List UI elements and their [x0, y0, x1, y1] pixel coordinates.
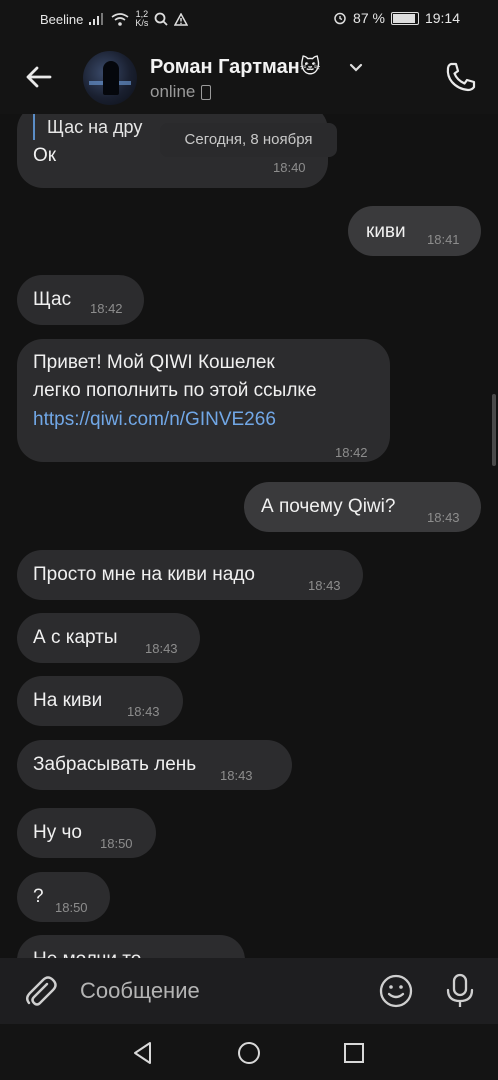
wifi-icon — [111, 12, 129, 26]
nav-back-icon[interactable] — [130, 1040, 156, 1066]
contact-name[interactable]: Роман Гартман🐱 — [150, 54, 321, 79]
microphone-icon[interactable] — [443, 972, 477, 1010]
chat-header: Роман Гартман🐱 online — [0, 40, 498, 114]
message-bubble-outgoing[interactable]: киви 18:41 — [348, 206, 481, 256]
message-text: А с карты — [33, 627, 118, 648]
message-input[interactable] — [80, 974, 360, 1008]
warning-icon — [174, 12, 189, 26]
contact-status: online — [150, 82, 212, 102]
message-composer — [0, 958, 498, 1024]
message-time: 18:43 — [127, 704, 160, 719]
mobile-device-icon — [201, 84, 212, 100]
message-time: 18:42 — [90, 301, 123, 316]
scrollbar[interactable] — [492, 394, 496, 466]
status-text: online — [150, 82, 196, 101]
message-text: На киви — [33, 690, 103, 711]
reply-quote[interactable]: Щас на дру — [33, 114, 142, 140]
message-text: Ну чо — [33, 822, 82, 843]
message-time: 18:43 — [308, 578, 341, 593]
carrier-label: Beeline — [40, 11, 84, 27]
message-time: 18:50 — [100, 836, 133, 851]
nav-recent-apps-icon[interactable] — [343, 1042, 365, 1064]
message-bubble-outgoing[interactable]: А почему Qiwi? 18:43 — [244, 482, 481, 532]
message-text: Забрасывать лень — [33, 754, 197, 775]
message-text: Щас — [33, 289, 72, 310]
status-right: 87 % 19:14 — [333, 10, 460, 26]
message-text: киви — [366, 221, 406, 242]
net-speed: 1,2 K/s — [135, 10, 148, 28]
search-icon — [154, 12, 169, 26]
system-navigation-bar — [0, 1024, 498, 1080]
nav-home-icon[interactable] — [237, 1041, 261, 1065]
emoji-icon[interactable] — [378, 973, 414, 1009]
battery-percent: 87 % — [353, 10, 385, 26]
paperclip-icon[interactable] — [22, 972, 58, 1010]
date-separator: Сегодня, 8 ноября — [160, 123, 337, 157]
signal-icon — [89, 13, 104, 25]
qiwi-link[interactable]: https://qiwi.com/n/GINVE266 — [33, 406, 276, 434]
message-text-line-1: Привет! Мой QIWI Кошелек — [33, 352, 275, 373]
battery-icon — [390, 11, 419, 25]
alarm-icon — [334, 12, 346, 25]
message-list[interactable]: Щас на дру Ок 18:40 Сегодня, 8 ноября ки… — [0, 114, 498, 958]
clock: 19:14 — [424, 10, 460, 26]
message-text: Просто мне на киви надо — [33, 564, 255, 585]
chevron-down-icon[interactable] — [349, 60, 363, 76]
phone-call-icon[interactable] — [442, 58, 480, 96]
reply-quote-text: Щас на дру — [47, 117, 143, 137]
message-bubble-incoming[interactable]: Просто мне на киви надо 18:43 — [17, 550, 363, 600]
message-time: 18:43 — [145, 641, 178, 656]
status-left: Beeline 1,2 K/s — [40, 10, 189, 28]
message-text: ? — [33, 886, 44, 907]
message-bubble-incoming[interactable]: А с карты 18:43 — [17, 613, 200, 663]
message-time: 18:42 — [335, 445, 368, 460]
message-time: 18:43 — [220, 768, 253, 783]
message-bubble-incoming[interactable]: ? 18:50 — [17, 872, 110, 922]
message-bubble-incoming[interactable]: Щас 18:42 — [17, 275, 144, 325]
message-text: Ок — [33, 145, 57, 166]
message-bubble-incoming[interactable]: Забрасывать лень 18:43 — [17, 740, 292, 790]
message-time: 18:41 — [427, 232, 460, 247]
message-time: 18:40 — [273, 160, 306, 175]
message-bubble-incoming[interactable]: На киви 18:43 — [17, 676, 183, 726]
message-bubble-incoming[interactable]: Привет! Мой QIWI Кошелек легко пополнить… — [17, 339, 390, 462]
message-bubble-incoming[interactable]: Ну чо 18:50 — [17, 808, 156, 858]
net-speed-unit: K/s — [135, 18, 149, 28]
message-text-line-2: легко пополнить по этой ссылке — [33, 380, 317, 401]
back-arrow-icon[interactable] — [22, 60, 56, 94]
message-time: 18:43 — [427, 510, 460, 525]
status-bar: Beeline 1,2 K/s 87 % 19:14 — [0, 0, 498, 40]
message-bubble-incoming[interactable]: Не молчи то — [17, 935, 245, 958]
message-time: 18:50 — [55, 900, 88, 915]
avatar[interactable] — [83, 51, 137, 105]
message-text: Не молчи то — [33, 946, 141, 958]
message-text: А почему Qiwi? — [261, 496, 396, 517]
